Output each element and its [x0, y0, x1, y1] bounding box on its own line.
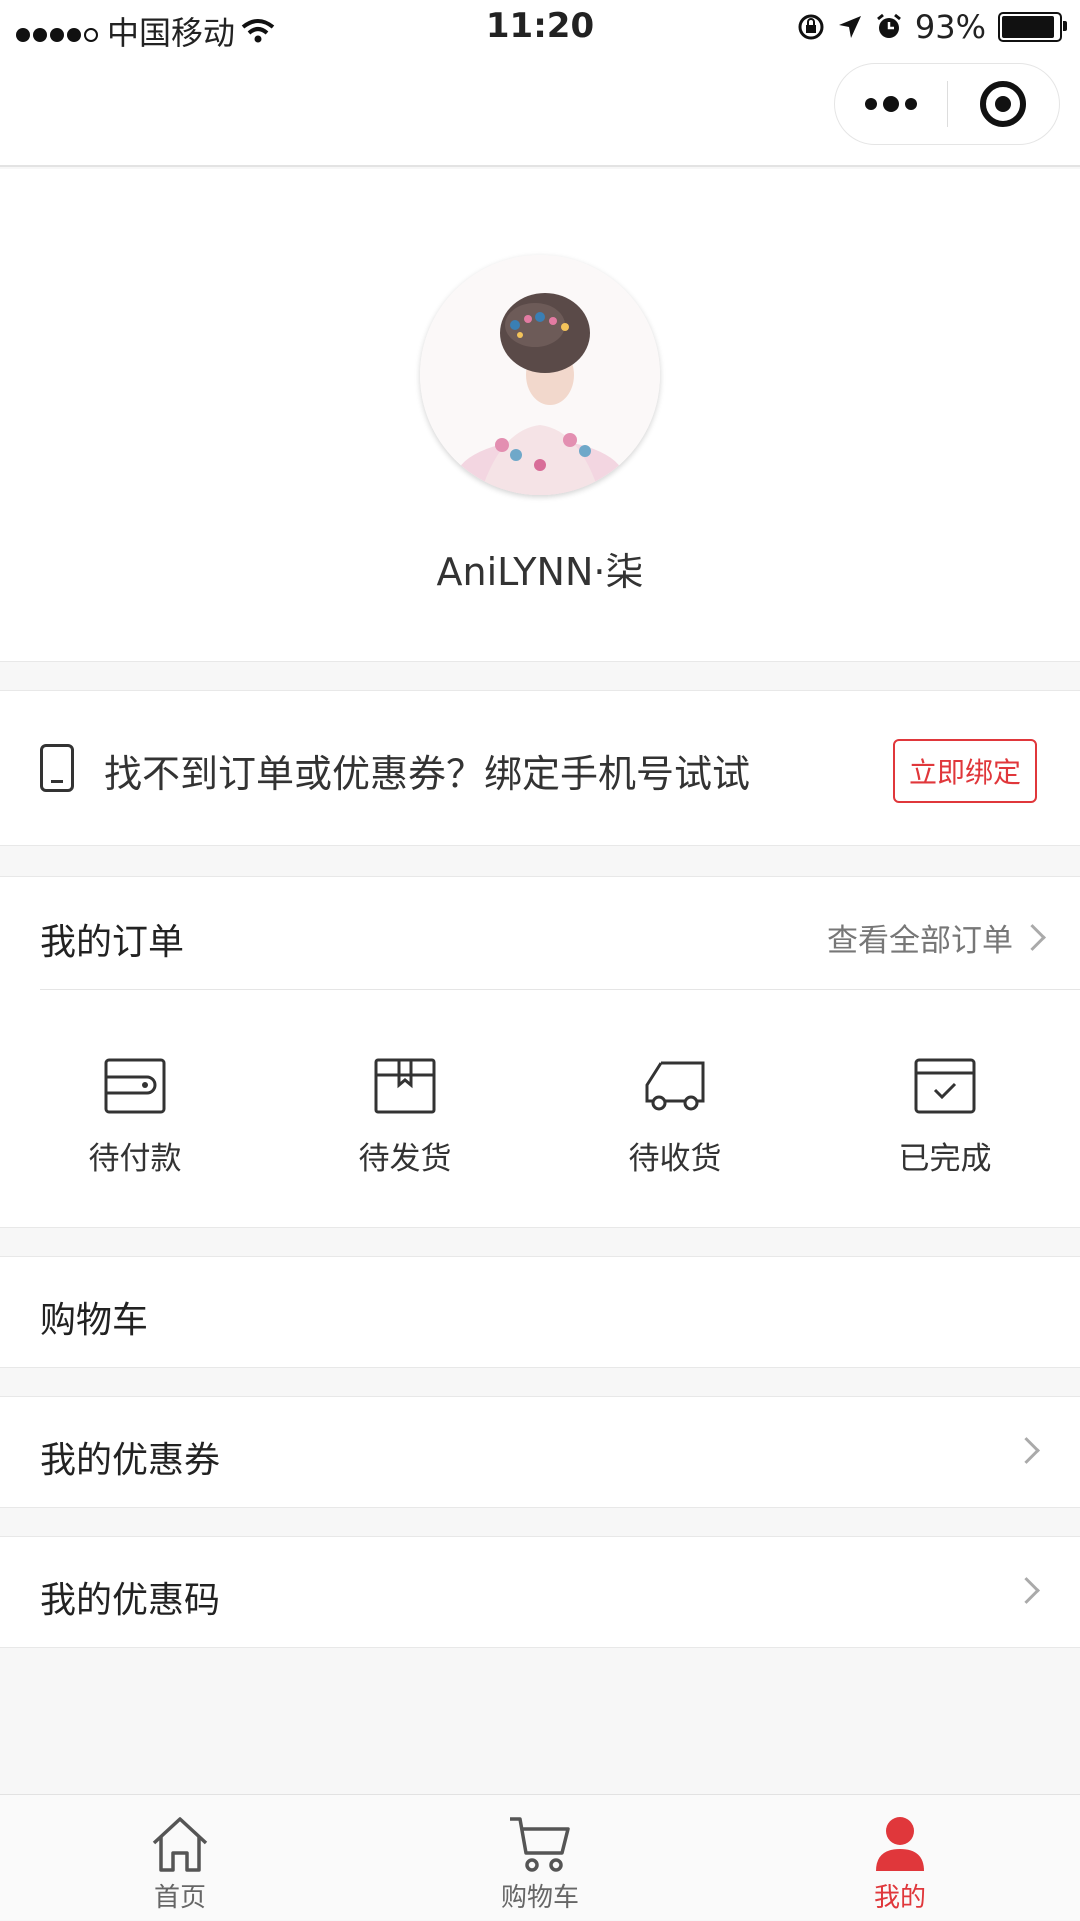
- view-all-orders-label: 查看全部订单: [827, 923, 1013, 959]
- more-dot-icon: [882, 96, 899, 112]
- username: AniLYNN·柒: [436, 550, 644, 594]
- more-dot-icon: [864, 98, 877, 110]
- battery-percent: 93%: [914, 8, 986, 46]
- order-status-pending-receipt[interactable]: 待收货: [540, 1057, 810, 1187]
- order-status-label: 待发货: [358, 1141, 452, 1177]
- menu-row-cart[interactable]: 购物车: [0, 1256, 1080, 1368]
- chevron-right-icon: [1013, 1437, 1040, 1464]
- status-right: 93%: [797, 8, 1067, 46]
- user-icon: [876, 1817, 924, 1871]
- tab-label: 首页: [153, 1883, 206, 1913]
- wallet-icon: [104, 1058, 166, 1114]
- status-bar: 中国移动 11:20 93%: [0, 0, 1080, 55]
- target-icon: [980, 81, 1027, 127]
- location-arrow-icon: [838, 16, 861, 38]
- order-status-pending-shipment[interactable]: 待发货: [270, 1057, 540, 1187]
- tab-me[interactable]: 我的: [720, 1795, 1080, 1921]
- calendar-check-icon: [914, 1058, 976, 1114]
- tab-home[interactable]: 首页: [0, 1795, 360, 1921]
- view-all-orders-link[interactable]: 查看全部订单: [827, 915, 1046, 960]
- menu-row-coupons[interactable]: 我的优惠券: [0, 1396, 1080, 1508]
- menu-row-promo-codes[interactable]: 我的优惠码: [0, 1536, 1080, 1648]
- more-button[interactable]: [835, 64, 947, 144]
- battery-icon: [998, 12, 1067, 42]
- tab-bar: 首页 购物车 我的: [0, 1794, 1080, 1920]
- box-icon: [374, 1058, 436, 1114]
- bind-now-button[interactable]: 立即绑定: [893, 739, 1037, 803]
- chevron-right-icon: [1019, 924, 1046, 951]
- tab-label: 购物车: [500, 1883, 579, 1913]
- phone-icon: [40, 744, 74, 792]
- avatar[interactable]: [420, 255, 660, 495]
- order-status-label: 已完成: [898, 1141, 992, 1177]
- orders-title: 我的订单: [40, 922, 185, 963]
- alarm-icon: [876, 13, 901, 38]
- rotation-lock-icon: [798, 14, 824, 40]
- bind-phone-banner: 找不到订单或优惠券？绑定手机号试试 立即绑定: [0, 690, 1080, 846]
- navigation-bar: [0, 55, 1080, 167]
- tab-label: 我的: [873, 1883, 926, 1913]
- more-dot-icon: [904, 98, 917, 110]
- order-status-label: 待收货: [628, 1141, 722, 1177]
- chevron-right-icon: [1013, 1577, 1040, 1604]
- divider: [40, 989, 1080, 990]
- menu-row-label: 我的优惠券: [40, 1440, 221, 1481]
- order-status-completed[interactable]: 已完成: [810, 1057, 1080, 1187]
- order-status-label: 待付款: [88, 1141, 182, 1177]
- order-status-pending-payment[interactable]: 待付款: [0, 1057, 270, 1187]
- mini-program-capsule: [834, 63, 1060, 145]
- bind-phone-text: 找不到订单或优惠券？绑定手机号试试: [104, 752, 751, 796]
- menu-row-label: 我的优惠码: [40, 1580, 221, 1621]
- truck-icon: [645, 1061, 705, 1111]
- tab-cart[interactable]: 购物车: [360, 1795, 720, 1921]
- close-button[interactable]: [948, 64, 1060, 144]
- cart-icon: [510, 1817, 570, 1872]
- profile-section: AniLYNN·柒: [0, 169, 1080, 662]
- menu-row-label: 购物车: [40, 1300, 149, 1341]
- home-icon: [152, 1817, 208, 1872]
- orders-section: 我的订单 查看全部订单 待付款 待发货 待收货 已完成: [0, 876, 1080, 1228]
- avatar-illustration: [420, 255, 660, 495]
